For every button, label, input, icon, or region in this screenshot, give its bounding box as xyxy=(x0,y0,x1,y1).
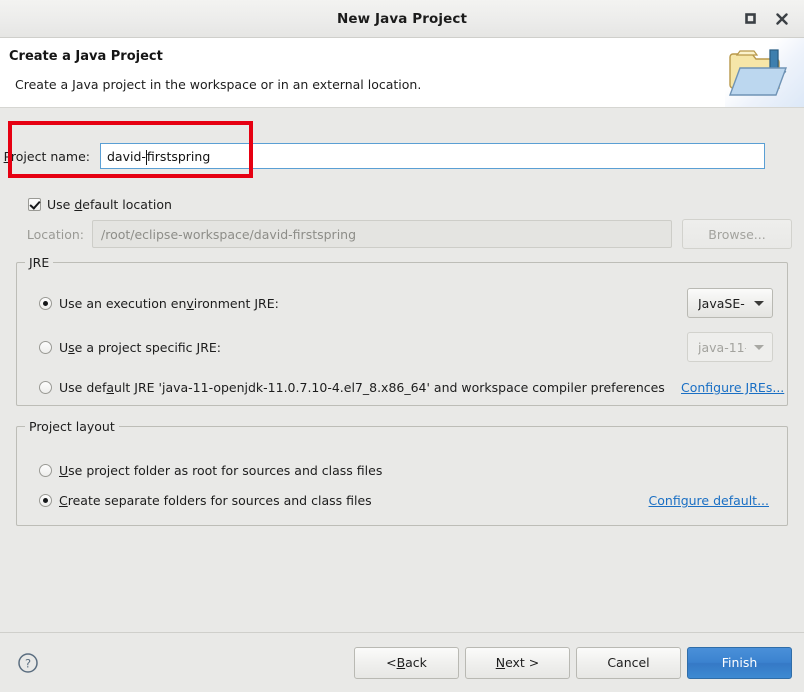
layout-project-folder-root-radio[interactable] xyxy=(39,464,52,477)
window-title: New Java Project xyxy=(336,10,468,27)
configure-default-link[interactable]: Configure default... xyxy=(649,493,769,508)
page-description: Create a Java project in the workspace o… xyxy=(15,77,422,92)
project-name-input[interactable]: david-firstspring xyxy=(100,143,765,169)
layout-separate-folders-radio[interactable] xyxy=(39,494,52,507)
layout-project-folder-root-label: Use project folder as root for sources a… xyxy=(59,463,383,478)
window-controls xyxy=(736,0,796,37)
layout-option-separate-folders[interactable]: Create separate folders for sources and … xyxy=(39,493,372,508)
project-specific-jre-combo-value: java-11-op xyxy=(698,339,746,355)
jre-default-radio[interactable] xyxy=(39,381,52,394)
jre-option-execution-environment[interactable]: Use an execution environment JRE: xyxy=(39,296,279,311)
jre-execution-environment-radio[interactable] xyxy=(39,297,52,310)
project-layout-group-legend: Project layout xyxy=(25,419,119,434)
location-value: /root/eclipse-workspace/david-firstsprin… xyxy=(101,226,357,242)
jre-option-project-specific[interactable]: Use a project specific JRE: xyxy=(39,340,221,355)
help-icon[interactable]: ? xyxy=(16,651,40,675)
use-default-location-row[interactable]: Use default location xyxy=(28,197,172,212)
text-caret xyxy=(145,149,147,165)
location-row: Location: /root/eclipse-workspace/david-… xyxy=(0,219,804,249)
project-name-label: Project name: xyxy=(3,148,90,164)
next-button[interactable]: Next > xyxy=(465,646,570,679)
location-label: Location: xyxy=(26,226,84,242)
jre-project-specific-radio[interactable] xyxy=(39,341,52,354)
dialog-footer: ? < Back Next > Cancel Finish xyxy=(0,632,804,692)
jre-execution-environment-label: Use an execution environment JRE: xyxy=(59,296,279,311)
close-icon[interactable] xyxy=(768,5,796,33)
svg-text:?: ? xyxy=(25,656,31,670)
cancel-button[interactable]: Cancel xyxy=(576,646,681,679)
chevron-down-icon xyxy=(754,300,764,306)
project-layout-group: Project layout Use project folder as roo… xyxy=(16,419,788,526)
wizard-header: Create a Java Project Create a Java proj… xyxy=(0,38,804,108)
project-name-value-after-caret: firstspring xyxy=(146,148,211,164)
project-name-value-before-caret: david- xyxy=(107,148,146,164)
layout-separate-folders-label: Create separate folders for sources and … xyxy=(59,493,372,508)
browse-button[interactable]: Browse... xyxy=(682,219,792,249)
execution-environment-combo[interactable]: JavaSE-11 xyxy=(687,288,773,318)
jre-group: JRE Use an execution environment JRE: Ja… xyxy=(16,255,789,406)
footer-buttons: < Back Next > Cancel Finish xyxy=(354,646,792,679)
project-specific-jre-combo[interactable]: java-11-op xyxy=(687,332,773,362)
layout-option-project-folder-root[interactable]: Use project folder as root for sources a… xyxy=(39,463,382,478)
jre-group-legend: JRE xyxy=(25,255,54,270)
configure-jres-link[interactable]: Configure JREs... xyxy=(681,380,789,395)
jre-project-specific-label: Use a project specific JRE: xyxy=(59,340,222,355)
new-java-project-folder-icon xyxy=(725,38,804,107)
project-name-row: Project name: david-firstspring xyxy=(0,142,804,170)
back-button[interactable]: < Back xyxy=(354,646,459,679)
location-input[interactable]: /root/eclipse-workspace/david-firstsprin… xyxy=(92,220,672,248)
execution-environment-combo-value: JavaSE-11 xyxy=(698,295,746,311)
use-default-location-label: Use default location xyxy=(47,197,172,212)
new-java-project-dialog: New Java Project Create a Java Project C… xyxy=(0,0,804,692)
jre-option-default[interactable]: Use default JRE 'java-11-openjdk-11.0.7.… xyxy=(39,380,665,395)
use-default-location-checkbox[interactable] xyxy=(28,198,41,211)
maximize-icon[interactable] xyxy=(736,5,764,33)
title-bar: New Java Project xyxy=(0,0,804,38)
page-title: Create a Java Project xyxy=(9,49,163,64)
chevron-down-icon xyxy=(754,344,764,350)
finish-button[interactable]: Finish xyxy=(687,646,792,679)
wizard-body: Project name: david-firstspring Use defa… xyxy=(0,108,804,632)
jre-default-label: Use default JRE 'java-11-openjdk-11.0.7.… xyxy=(59,380,665,395)
